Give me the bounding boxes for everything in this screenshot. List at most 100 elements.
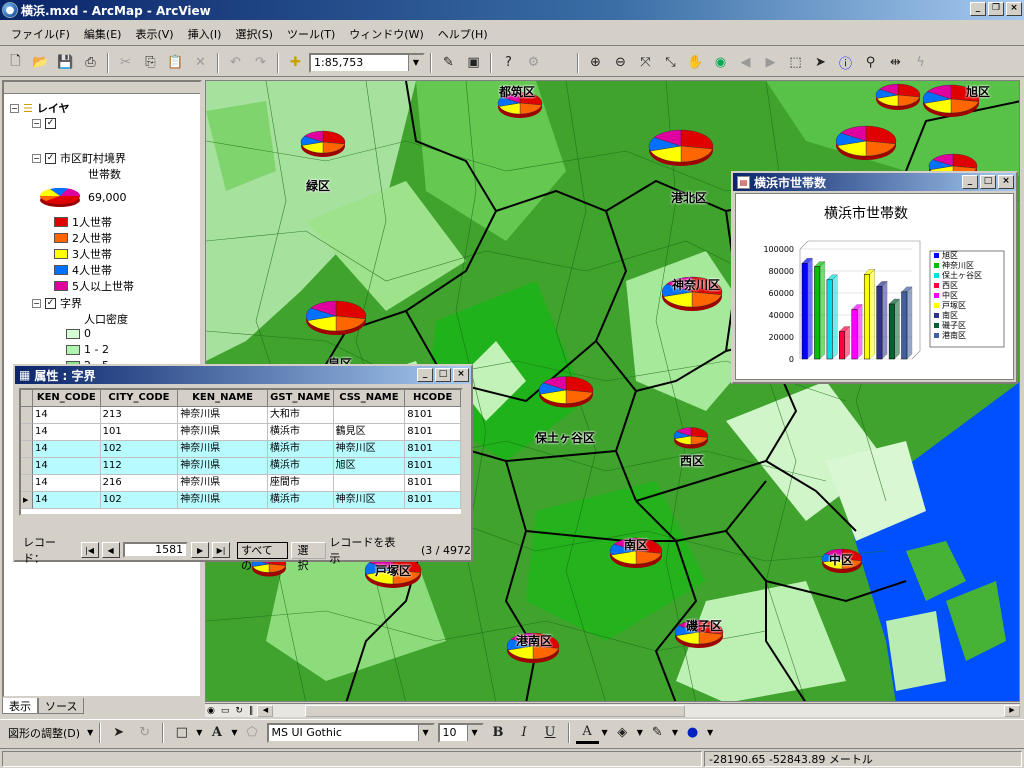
attr-maximize-button[interactable]: □ bbox=[435, 368, 451, 382]
zoom-out-icon[interactable]: ⊖ bbox=[609, 52, 632, 74]
table-row[interactable]: 14 102 神奈川県 横浜市 神奈川区 8101 bbox=[21, 441, 461, 458]
attribute-title-bar[interactable]: ▦ 属性 : 字界 _ □ × bbox=[15, 366, 471, 384]
record-input[interactable]: 1581 bbox=[122, 542, 189, 558]
last-record-icon[interactable]: ▶| bbox=[212, 542, 230, 558]
column-header[interactable]: HCODE bbox=[405, 390, 461, 407]
select-features-icon[interactable]: ⬚ bbox=[784, 52, 807, 74]
refresh-icon[interactable]: ↻ bbox=[233, 706, 245, 716]
open-icon[interactable]: 📂 bbox=[29, 52, 52, 74]
chevron-down-icon[interactable]: ▼ bbox=[602, 728, 608, 737]
font-combo[interactable]: MS UI Gothic ▼ bbox=[266, 722, 435, 743]
find-icon[interactable]: ⚲ bbox=[859, 52, 882, 74]
collapse-icon[interactable]: − bbox=[32, 298, 41, 308]
menu-insert[interactable]: 挿入(I) bbox=[181, 24, 229, 44]
menu-tools[interactable]: ツール(T) bbox=[280, 24, 342, 44]
menu-help[interactable]: ヘルプ(H) bbox=[431, 24, 495, 44]
menu-view[interactable]: 表示(V) bbox=[128, 24, 180, 44]
pause-icon[interactable]: ‖ bbox=[247, 706, 256, 716]
save-icon[interactable]: 💾 bbox=[54, 52, 77, 74]
edit-vertices-icon[interactable]: ⬠ bbox=[241, 722, 264, 744]
measure-icon[interactable]: ⇹ bbox=[884, 52, 907, 74]
chevron-down-icon[interactable]: ▼ bbox=[672, 728, 678, 737]
add-data-icon[interactable]: ✚ bbox=[284, 52, 307, 74]
menu-file[interactable]: ファイル(F) bbox=[4, 24, 77, 44]
font-color-icon[interactable]: A bbox=[575, 722, 599, 744]
chevron-down-icon[interactable]: ▼ bbox=[408, 54, 423, 71]
redo-icon[interactable]: ↷ bbox=[249, 52, 272, 74]
hyperlink-icon[interactable]: ϟ bbox=[909, 52, 932, 74]
fill-color-icon[interactable]: ◈ bbox=[611, 722, 634, 744]
paste-icon[interactable]: 📋 bbox=[164, 52, 187, 74]
menu-select[interactable]: 選択(S) bbox=[228, 24, 280, 44]
rectangle-icon[interactable]: □ bbox=[170, 722, 193, 744]
text-icon[interactable]: A bbox=[205, 722, 228, 744]
chart-title-bar[interactable]: ▤ 横浜市世帯数 _ □ × bbox=[733, 173, 1016, 191]
row-selector[interactable] bbox=[21, 424, 33, 441]
scroll-thumb[interactable] bbox=[305, 704, 686, 717]
cut-icon[interactable]: ✂ bbox=[114, 52, 137, 74]
chevron-down-icon[interactable]: ▼ bbox=[637, 728, 643, 737]
next-record-icon[interactable]: ▶ bbox=[191, 542, 210, 558]
layer1-label[interactable]: 市区町村境界 bbox=[60, 150, 126, 166]
table-row[interactable]: 14 112 神奈川県 横浜市 旭区 8101 bbox=[21, 458, 461, 475]
row-selector[interactable] bbox=[21, 475, 33, 492]
select-elements-icon[interactable]: ➤ bbox=[107, 722, 130, 744]
chevron-down-icon[interactable]: ▼ bbox=[466, 724, 482, 741]
chart-maximize-button[interactable]: □ bbox=[980, 175, 996, 189]
rotate-icon[interactable]: ↻ bbox=[133, 722, 156, 744]
marker-color-icon[interactable]: ● bbox=[681, 722, 704, 744]
new-icon[interactable]: 🗋 bbox=[4, 52, 27, 74]
zoom-in-icon[interactable]: ⊕ bbox=[584, 52, 607, 74]
close-button[interactable]: × bbox=[1006, 2, 1022, 16]
table-row[interactable]: 14 216 神奈川県 座間市 8101 bbox=[21, 475, 461, 492]
first-record-icon[interactable]: |◀ bbox=[80, 542, 99, 558]
row-selector[interactable] bbox=[21, 458, 33, 475]
table-row[interactable]: ▶ 14 102 神奈川県 横浜市 神奈川区 8101 bbox=[21, 492, 461, 509]
table-row[interactable]: 14 101 神奈川県 横浜市 鶴見区 8101 bbox=[21, 424, 461, 441]
scroll-right-icon[interactable]: ▶ bbox=[1004, 704, 1020, 717]
chevron-down-icon[interactable]: ▼ bbox=[417, 724, 433, 741]
show-selected-button[interactable]: 選択 bbox=[290, 541, 327, 572]
show-all-button[interactable]: すべての bbox=[236, 541, 288, 572]
fixed-zoom-in-icon[interactable]: ⤧ bbox=[634, 52, 657, 74]
bold-icon[interactable]: B bbox=[487, 722, 510, 744]
line-color-icon[interactable]: ✎ bbox=[646, 722, 669, 744]
menu-window[interactable]: ウィンドウ(W) bbox=[342, 24, 430, 44]
tool-icon[interactable]: ⚙ bbox=[522, 52, 545, 74]
editor-icon[interactable]: ✎ bbox=[437, 52, 460, 74]
chevron-down-icon[interactable]: ▼ bbox=[707, 728, 713, 737]
minimize-button[interactable]: _ bbox=[970, 2, 986, 16]
map-scrollbar[interactable]: ◉ ▭ ↻ ‖ ◀ ▶ bbox=[205, 703, 1020, 717]
column-header[interactable]: KEN_CODE bbox=[32, 390, 101, 407]
collapse-icon[interactable]: − bbox=[32, 153, 41, 163]
copy-icon[interactable]: ⎘ bbox=[139, 52, 162, 74]
italic-icon[interactable]: I bbox=[513, 722, 536, 744]
collapse-icon[interactable]: − bbox=[32, 119, 41, 128]
row-selector[interactable]: ▶ bbox=[21, 492, 33, 509]
attribute-grid[interactable]: KEN_CODE CITY_CODE KEN_NAME GST_NAME CSS_NAM… bbox=[19, 388, 463, 516]
chart-minimize-button[interactable]: _ bbox=[962, 175, 978, 189]
whats-this-icon[interactable]: ? bbox=[497, 52, 520, 74]
fixed-zoom-out-icon[interactable]: ⤡ bbox=[659, 52, 682, 74]
full-extent-icon[interactable]: ◉ bbox=[709, 52, 732, 74]
layout-view-icon[interactable]: ▭ bbox=[219, 706, 232, 716]
layer1-checkbox[interactable]: ✓ bbox=[45, 152, 56, 164]
tab-source[interactable]: ソース bbox=[38, 698, 85, 714]
chevron-down-icon[interactable]: ▼ bbox=[231, 728, 237, 737]
layer2-checkbox[interactable]: ✓ bbox=[45, 297, 56, 309]
chevron-down-icon[interactable]: ▼ bbox=[196, 728, 202, 737]
data-view-icon[interactable]: ◉ bbox=[205, 706, 217, 716]
column-header[interactable]: CITY_CODE bbox=[100, 390, 179, 407]
chart-close-button[interactable]: × bbox=[998, 175, 1014, 189]
identify-icon[interactable]: ⓘ bbox=[834, 52, 857, 74]
collapse-icon[interactable]: − bbox=[10, 103, 19, 113]
pan-icon[interactable]: ✋ bbox=[684, 52, 707, 74]
attr-close-button[interactable]: × bbox=[453, 368, 469, 382]
arctoolbox-icon[interactable]: ▣ bbox=[462, 52, 485, 74]
scale-combo[interactable]: 1:85,753 ▼ bbox=[309, 52, 425, 73]
layer2-label[interactable]: 字界 bbox=[60, 295, 82, 311]
print-icon[interactable]: ⎙ bbox=[79, 52, 102, 74]
layer-checkbox[interactable]: ✓ bbox=[45, 118, 56, 129]
table-row[interactable]: 14 213 神奈川県 大和市 8101 bbox=[21, 407, 461, 424]
menu-edit[interactable]: 編集(E) bbox=[77, 24, 129, 44]
